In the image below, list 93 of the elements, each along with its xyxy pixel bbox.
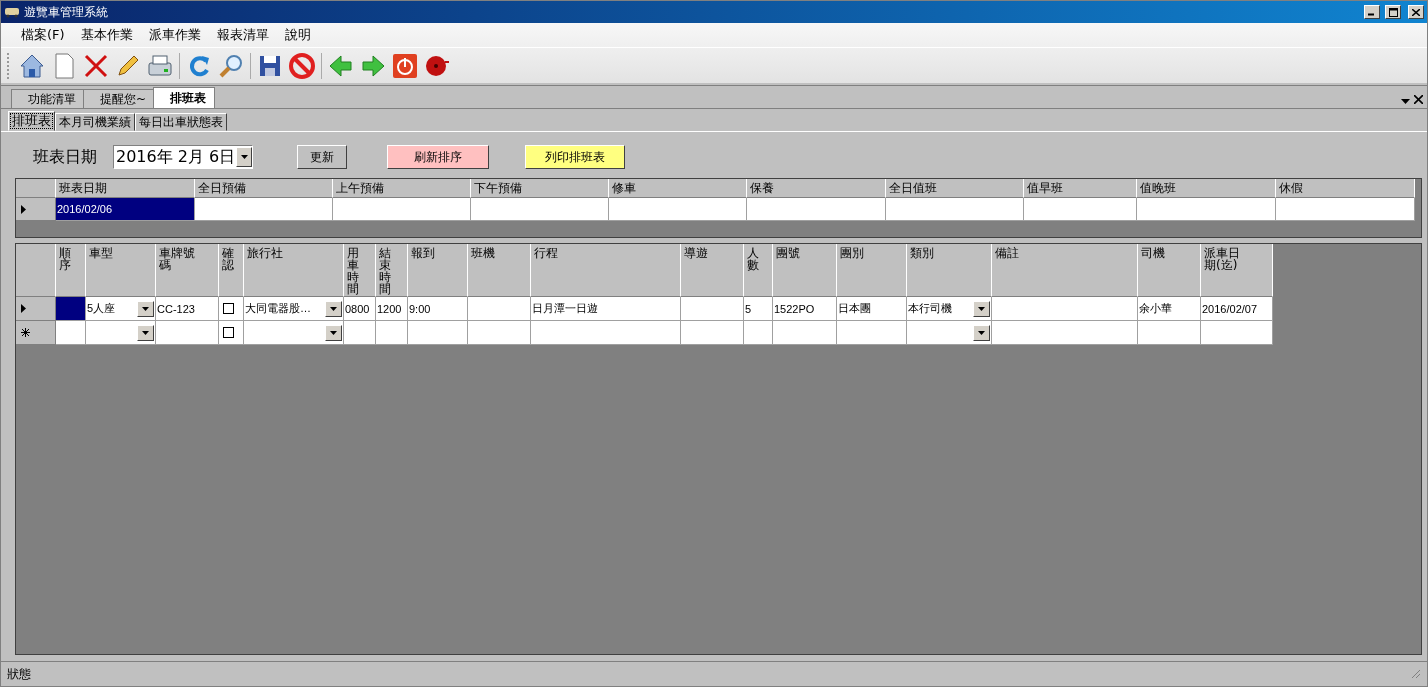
menu-item[interactable]: 報表清單 — [208, 26, 277, 44]
column-header: 班表日期 — [56, 179, 195, 198]
column-header: 用車時間 — [344, 244, 376, 297]
column-header: 上午預備 — [333, 179, 471, 198]
column-header: 結束時間 — [376, 244, 408, 297]
minimize-button[interactable] — [1364, 5, 1380, 19]
status-text: 狀態 — [7, 665, 32, 683]
stop-icon[interactable] — [288, 51, 316, 80]
column-header: 確認 — [219, 244, 244, 297]
column-header: 人數 — [744, 244, 773, 297]
column-header: 行程 — [531, 244, 681, 297]
combo-cell[interactable] — [86, 321, 156, 345]
combo-cell[interactable] — [244, 321, 344, 345]
bus-icon — [4, 6, 20, 18]
close-button[interactable] — [1408, 5, 1424, 19]
column-header: 旅行社 — [244, 244, 344, 297]
table-cell: 2016/02/06 — [56, 198, 195, 221]
tab[interactable]: 排班表 — [8, 111, 55, 131]
dropdown-button[interactable] — [973, 324, 990, 341]
document-tab[interactable]: 排班表 — [153, 87, 216, 108]
menu-item[interactable]: 派車作業 — [140, 26, 209, 44]
dropdown-arrow-icon — [142, 330, 149, 335]
combo-cell[interactable] — [907, 321, 992, 345]
menu-item[interactable]: 說明 — [276, 26, 319, 44]
table-cell: 0800 — [344, 297, 376, 321]
combo-cell[interactable]: 本行司機 — [907, 297, 992, 321]
dropdown-button[interactable] — [325, 324, 342, 341]
action-button[interactable]: 更新 — [297, 145, 347, 169]
action-button[interactable]: 刷新排序 — [387, 145, 489, 169]
tab[interactable]: 本月司機業績 — [55, 113, 135, 131]
column-header: 類別 — [907, 244, 992, 297]
document-tab[interactable]: 提醒您~ — [83, 89, 156, 108]
column-header: 班機 — [468, 244, 531, 297]
dropdown-button[interactable] — [137, 324, 154, 341]
column-header: 全日預備 — [195, 179, 333, 198]
dropdown-button[interactable] — [325, 300, 342, 317]
menu-item[interactable]: 基本作業 — [72, 26, 141, 44]
column-header: 車牌號碼 — [156, 244, 219, 297]
table-cell: 日本團 — [837, 297, 907, 321]
dropdown-arrow-icon — [978, 306, 985, 311]
row-pointer-icon — [21, 304, 26, 313]
dropdown-button[interactable] — [973, 300, 990, 317]
combo-cell[interactable]: 大同電器股… — [244, 297, 344, 321]
table-cell: 1522PO — [773, 297, 837, 321]
grid-corner[interactable] — [16, 179, 56, 198]
column-header: 團別 — [837, 244, 907, 297]
field-label: 班表日期 — [33, 146, 97, 168]
column-header: 派車日期(迄) — [1201, 244, 1273, 297]
new-row-icon — [21, 328, 30, 337]
dropdown-arrow-icon — [142, 306, 149, 311]
table-cell: 2016/02/07 — [1201, 297, 1273, 321]
column-header: 順序 — [56, 244, 86, 297]
column-header: 報到 — [408, 244, 468, 297]
row-pointer-icon — [21, 204, 26, 214]
menu-item[interactable]: 檔案(F) — [13, 26, 73, 44]
checkbox[interactable] — [223, 327, 234, 338]
document-tab[interactable]: 功能清單 — [11, 89, 85, 108]
maximize-icon — [1388, 7, 1398, 17]
table-cell: 1200 — [376, 297, 408, 321]
column-header: 值早班 — [1024, 179, 1137, 198]
column-header: 全日值班 — [886, 179, 1024, 198]
tab[interactable]: 每日出車狀態表 — [135, 113, 227, 131]
column-header: 車型 — [86, 244, 156, 297]
window-title: 遊覽車管理系統 — [24, 3, 109, 21]
power-icon[interactable] — [391, 51, 419, 80]
column-header: 備註 — [992, 244, 1138, 297]
date-picker[interactable]: 2016年 2月 6日 — [113, 145, 253, 169]
dropdown-arrow-icon[interactable] — [1401, 99, 1410, 104]
maximize-button[interactable] — [1385, 5, 1401, 19]
dropdown-button[interactable] — [137, 300, 154, 317]
combo-cell[interactable]: 5人座 — [86, 297, 156, 321]
table-cell: 日月潭一日遊 — [531, 297, 681, 321]
column-header: 司機 — [1138, 244, 1201, 297]
column-header: 保養 — [747, 179, 886, 198]
column-header: 下午預備 — [471, 179, 609, 198]
column-header: 導遊 — [681, 244, 744, 297]
checkbox[interactable] — [223, 303, 234, 314]
dropdown-arrow-icon — [330, 306, 337, 311]
table-cell: 余小華 — [1138, 297, 1201, 321]
column-header: 團號 — [773, 244, 837, 297]
resize-grip-icon[interactable] — [1411, 669, 1421, 679]
dropdown-arrow-icon — [240, 155, 248, 159]
close-icon — [1412, 8, 1420, 16]
table-cell: 5 — [744, 297, 773, 321]
table-cell: 9:00 — [408, 297, 468, 321]
column-header: 值晚班 — [1137, 179, 1276, 198]
column-header: 修車 — [609, 179, 747, 198]
close-icon[interactable] — [1414, 95, 1423, 104]
column-header: 休假 — [1276, 179, 1415, 198]
table-cell: CC-123 — [156, 297, 219, 321]
dropdown-arrow-icon — [978, 330, 985, 335]
dropdown-arrow-icon — [330, 330, 337, 335]
action-button[interactable]: 列印排班表 — [525, 145, 625, 169]
